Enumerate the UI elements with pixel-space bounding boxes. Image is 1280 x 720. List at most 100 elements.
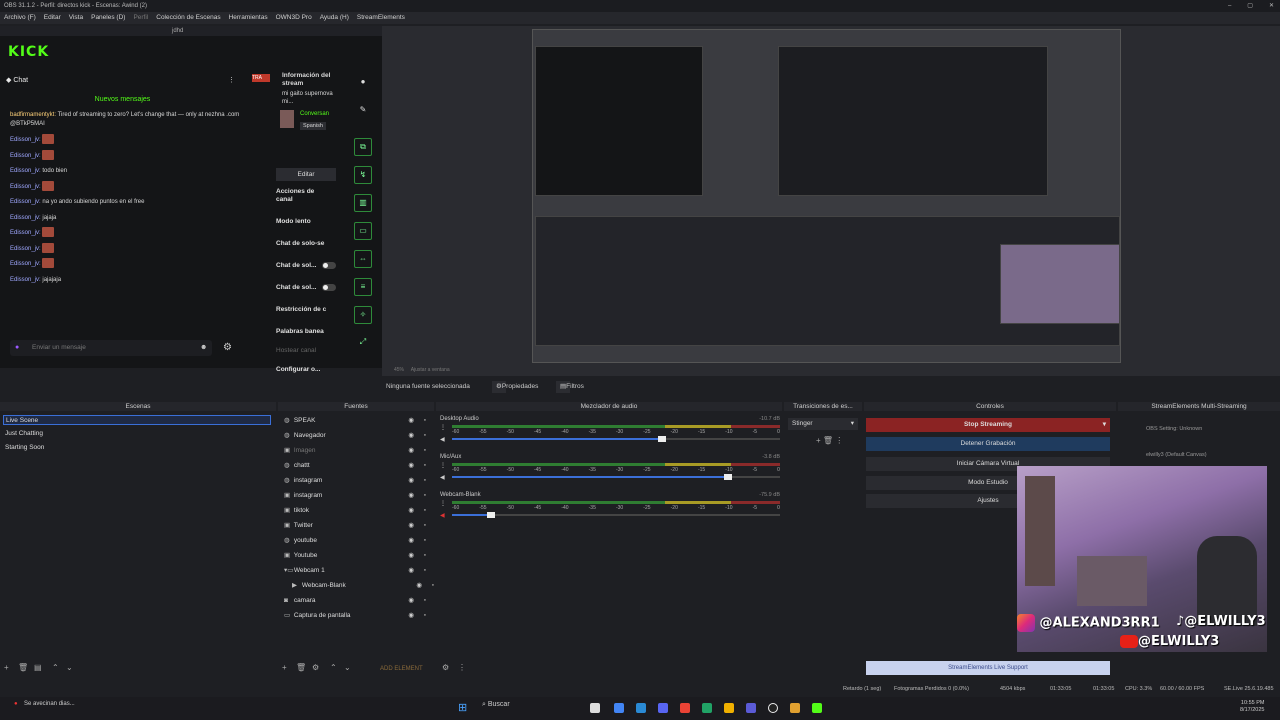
menu-file[interactable]: Archivo (F) <box>0 12 40 24</box>
source-item[interactable]: ◍ SPEAK ◉ ▪ <box>284 415 432 427</box>
transition-select[interactable]: Stinger ▾ <box>788 418 858 430</box>
source-item[interactable]: ▭ Captura de pantalla ◉ ▪ <box>284 610 432 622</box>
program-preview[interactable] <box>382 26 1280 376</box>
lock-icon[interactable]: ▪ <box>424 460 426 472</box>
emote-only-toggle[interactable] <box>322 284 336 291</box>
followers-only-item[interactable]: Chat de solo-se <box>276 240 324 247</box>
live-support-button[interactable]: StreamElements Live Support <box>866 661 1110 675</box>
stop-streaming-button[interactable]: Stop Streaming ▾ <box>866 418 1110 432</box>
source-item[interactable]: ▾▭ Webcam 1 ◉ ▪ <box>284 565 432 577</box>
chat-settings-gear-icon[interactable]: ⚙ <box>223 342 232 353</box>
flash-icon[interactable]: ↯ <box>354 166 372 184</box>
source-item[interactable]: ▣ Imagen ◉ ▪ <box>284 445 432 457</box>
lock-icon[interactable]: ▪ <box>424 535 426 547</box>
settings-dots-icon[interactable]: ⋮ <box>440 462 446 469</box>
obs-icon[interactable] <box>768 703 778 713</box>
app-icon[interactable] <box>790 703 800 713</box>
slider-knob[interactable] <box>487 512 496 518</box>
visibility-eye-icon[interactable]: ◉ <box>408 535 414 547</box>
excel-icon[interactable] <box>702 703 712 713</box>
scene-filter-icon[interactable]: ▤ <box>34 663 42 672</box>
maximize-button[interactable]: ▢ <box>1247 0 1253 12</box>
properties-button[interactable]: ⚙ Propiedades <box>492 381 538 393</box>
visibility-eye-icon[interactable]: ◉ <box>408 565 414 577</box>
slider-knob[interactable] <box>657 436 666 442</box>
lock-icon[interactable]: ▪ <box>424 445 426 457</box>
edge-icon[interactable] <box>636 703 646 713</box>
scene-item[interactable]: Just Chatting <box>3 429 271 439</box>
discord-icon[interactable] <box>658 703 668 713</box>
source-item[interactable]: ▣ tiktok ◉ ▪ <box>284 505 432 517</box>
visibility-eye-icon[interactable]: ◉ <box>416 580 422 592</box>
source-item[interactable]: ▣ Twitter ◉ ▪ <box>284 520 432 532</box>
settings-dots-icon[interactable]: ⋮ <box>440 500 446 507</box>
add-element-button[interactable]: ADD ELEMENT <box>380 666 423 672</box>
file-explorer-icon[interactable] <box>590 703 600 713</box>
record-icon[interactable]: ● <box>354 74 372 92</box>
slider-knob[interactable] <box>723 474 732 480</box>
visibility-eye-icon[interactable]: ◉ <box>408 610 414 622</box>
kick-app-icon[interactable] <box>812 703 822 713</box>
settings-dots-icon[interactable]: ⋮ <box>440 424 446 431</box>
remove-scene-icon[interactable]: 🗑 <box>18 663 28 672</box>
move-down-icon[interactable]: ⌄ <box>66 663 73 672</box>
menu-tools[interactable]: Herramientas <box>225 12 272 24</box>
visibility-eye-icon[interactable]: ◉ <box>408 460 414 472</box>
lock-icon[interactable]: ▪ <box>432 580 434 592</box>
lock-icon[interactable]: ▪ <box>424 565 426 577</box>
clip-icon[interactable]: ⧉ <box>354 138 372 156</box>
visibility-eye-icon[interactable]: ◉ <box>408 520 414 532</box>
slow-mode-item[interactable]: Modo lento <box>276 218 311 225</box>
source-item[interactable]: ▣ instagram ◉ ▪ <box>284 490 432 502</box>
source-item[interactable]: ◍ youtube ◉ ▪ <box>284 535 432 547</box>
lock-icon[interactable]: ▪ <box>424 415 426 427</box>
source-item[interactable]: ◍ chattt ◉ ▪ <box>284 460 432 472</box>
lock-icon[interactable]: ▪ <box>424 505 426 517</box>
source-item[interactable]: ▣ Youtube ◉ ▪ <box>284 550 432 562</box>
taskbar-search[interactable]: ⌕ Buscar <box>482 701 510 709</box>
add-transition-icon[interactable]: + 🗑 ⋮ <box>816 436 843 445</box>
visibility-eye-icon[interactable]: ◉ <box>408 490 414 502</box>
folder-icon[interactable] <box>724 703 734 713</box>
windows-start-icon[interactable]: ⊞ <box>458 701 467 714</box>
visibility-eye-icon[interactable]: ◉ <box>408 445 414 457</box>
pen-icon[interactable]: ✎ <box>354 102 372 120</box>
lock-icon[interactable]: ▪ <box>424 595 426 607</box>
menu-profile[interactable]: Perfil <box>129 12 152 24</box>
volume-slider[interactable] <box>452 436 780 442</box>
menu-docks[interactable]: Paneles (D) <box>87 12 129 24</box>
subs-only-item[interactable]: Chat de sol... <box>276 262 316 269</box>
emote-only-item[interactable]: Chat de sol... <box>276 284 316 291</box>
expand-icon[interactable]: ⤢ <box>354 334 372 352</box>
move-up-icon[interactable]: ⌃ <box>330 663 337 672</box>
menu-own3d[interactable]: OWN3D Pro <box>272 12 316 24</box>
subs-only-toggle[interactable] <box>322 262 336 269</box>
edit-stream-button[interactable]: Editar <box>276 168 336 181</box>
close-button[interactable]: ✕ <box>1269 0 1274 12</box>
browser-icon[interactable] <box>680 703 690 713</box>
lock-icon[interactable]: ▪ <box>424 490 426 502</box>
source-item[interactable]: ◙ camara ◉ ▪ <box>284 595 432 607</box>
visibility-eye-icon[interactable]: ◉ <box>408 415 414 427</box>
speaker-icon[interactable]: ◀ <box>440 512 445 519</box>
menu-streamelements[interactable]: StreamElements <box>353 12 409 24</box>
lock-icon[interactable]: ▪ <box>424 550 426 562</box>
source-item[interactable]: ◍ Navegador ◉ ▪ <box>284 430 432 442</box>
emoji-icon[interactable]: ☻ <box>200 344 207 351</box>
lock-icon[interactable]: ▪ <box>424 475 426 487</box>
arrows-icon[interactable]: ⇔ <box>354 250 372 268</box>
minimize-button[interactable]: – <box>1228 0 1231 12</box>
volume-slider[interactable] <box>452 474 780 480</box>
trash-icon[interactable]: ▥ <box>354 194 372 212</box>
chrome-icon[interactable] <box>614 703 624 713</box>
restriction-item[interactable]: Restricción de c <box>276 306 326 313</box>
menu-edit[interactable]: Editar <box>40 12 65 24</box>
app-icon[interactable] <box>746 703 756 713</box>
host-channel-item[interactable]: Hostear canal <box>276 347 316 354</box>
remove-source-icon[interactable]: 🗑 <box>296 663 306 672</box>
visibility-eye-icon[interactable]: ◉ <box>408 595 414 607</box>
lock-icon[interactable]: ▪ <box>424 520 426 532</box>
list-icon[interactable]: ≡ <box>354 278 372 296</box>
weather-notice[interactable]: Se avecinan dias... <box>24 701 75 707</box>
filters-button[interactable]: ▤ Filtros <box>556 381 584 393</box>
